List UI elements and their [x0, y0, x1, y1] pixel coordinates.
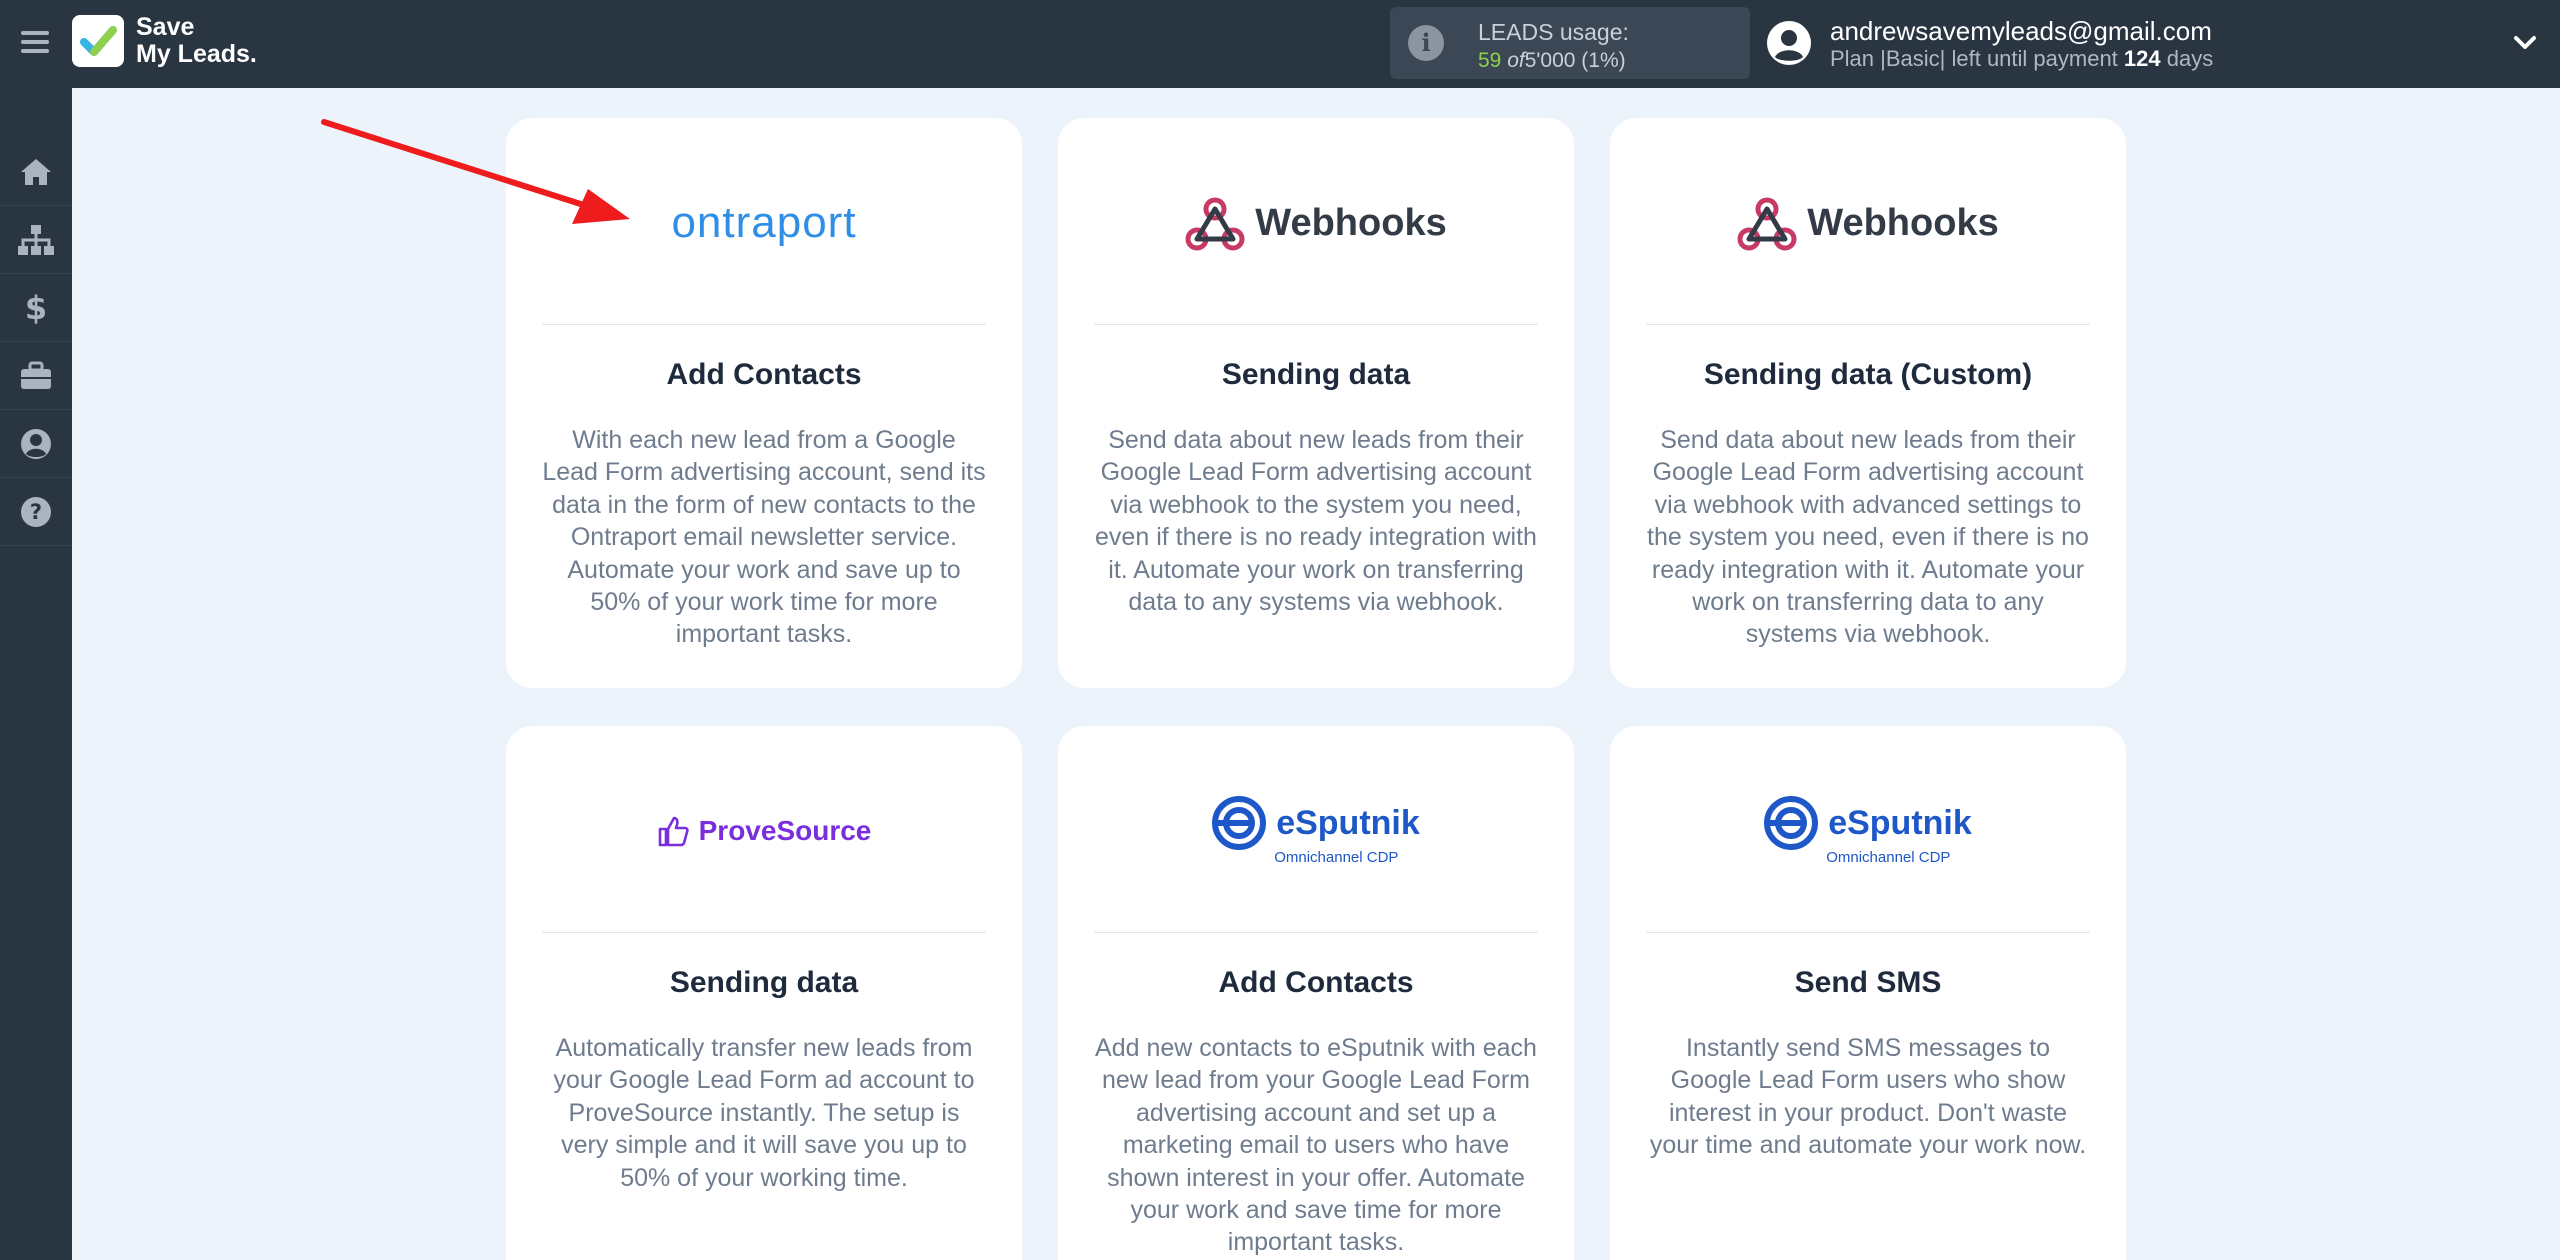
brand-esputnik: eSputnik [1828, 804, 1972, 842]
card-description: Automatically transfer new leads from yo… [553, 1034, 975, 1192]
svg-text:$: $ [25, 291, 47, 325]
brand-esputnik: eSputnik [1276, 804, 1420, 842]
esputnik-logo: eSputnik Omnichannel CDP [1610, 726, 2126, 936]
ontraport-logo: ontraport [506, 118, 1022, 328]
sidebar: $ ? [0, 88, 72, 1260]
card-description: Send data about new leads from their Goo… [1647, 426, 2089, 649]
plan-suffix: | left until payment [1939, 46, 2118, 71]
hamburger-menu-icon[interactable] [18, 26, 52, 60]
days-left: 124 [2123, 46, 2161, 71]
card-title: Add Contacts [666, 358, 862, 391]
briefcase-icon [21, 361, 51, 389]
logo-icon[interactable] [72, 15, 124, 67]
webhooks-logo: Webhooks [1058, 118, 1574, 328]
card-title: Send SMS [1794, 966, 1942, 999]
brand-name[interactable]: Save My Leads. [136, 14, 257, 68]
user-avatar-icon[interactable] [1766, 20, 1812, 66]
brand-ontraport: ontraport [671, 198, 857, 247]
sidebar-item-billing[interactable]: $ [0, 274, 72, 342]
integration-card-esputnik-send-sms[interactable]: eSputnik Omnichannel CDP Send SMS Instan… [1610, 726, 2126, 1260]
brand-line-2: My Leads. [136, 40, 257, 68]
leads-used: 59 [1478, 49, 1502, 72]
leads-total: 5'000 [1524, 49, 1576, 72]
leads-percent: (1%) [1581, 49, 1626, 72]
integration-card-webhooks-sending-data-custom[interactable]: Webhooks Sending data (Custom) Send data… [1610, 118, 2126, 688]
sidebar-item-home[interactable] [0, 138, 72, 206]
svg-text:?: ? [30, 500, 42, 524]
home-icon [21, 158, 51, 185]
sidebar-item-tools[interactable] [0, 342, 72, 410]
card-description: Add new contacts to eSputnik with each n… [1095, 1034, 1537, 1257]
brand-line-1: Save [136, 13, 195, 41]
divider [1094, 324, 1538, 325]
card-title: Sending data [1221, 358, 1411, 391]
top-bar: Save My Leads. i LEADS usage: 59 of5'000… [0, 0, 2560, 88]
leads-of: of [1507, 49, 1525, 72]
help-icon: ? [21, 496, 51, 527]
card-title: Sending data (Custom) [1703, 358, 2033, 391]
brand-provesource: ProveSource [698, 815, 872, 846]
plan-prefix: Plan | [1830, 46, 1886, 71]
webhooks-icon [1185, 197, 1245, 251]
sidebar-item-account[interactable] [0, 410, 72, 478]
webhooks-icon [1737, 197, 1797, 251]
days-unit: days [2166, 46, 2214, 71]
user-email[interactable]: andrewsavemyleads@gmail.com [1830, 16, 2212, 47]
thumbs-up-icon [658, 816, 689, 847]
divider [1646, 324, 2090, 325]
sidebar-item-help[interactable]: ? [0, 478, 72, 546]
card-description: Instantly send SMS messages to Google Le… [1649, 1034, 2087, 1160]
brand-webhooks: Webhooks [1807, 201, 1999, 244]
brand-esputnik-subtitle: Omnichannel CDP [1826, 849, 1951, 866]
integration-card-ontraport-add-contacts[interactable]: ontraport Add Contacts With each new lea… [506, 118, 1022, 688]
divider [542, 324, 986, 325]
card-title: Add Contacts [1218, 966, 1414, 999]
integration-card-webhooks-sending-data[interactable]: Webhooks Sending data Send data about ne… [1058, 118, 1574, 688]
provesource-logo: ProveSource [506, 726, 1022, 936]
webhooks-logo: Webhooks [1610, 118, 2126, 328]
user-circle-icon [21, 428, 51, 459]
card-title: Sending data [669, 966, 859, 999]
integration-card-provesource-sending-data[interactable]: ProveSource Sending data Automatically t… [506, 726, 1022, 1260]
brand-esputnik-subtitle: Omnichannel CDP [1274, 849, 1399, 866]
info-icon[interactable]: i [1408, 25, 1444, 61]
dollar-icon: $ [25, 291, 47, 325]
card-description: With each new lead from a Google Lead Fo… [542, 426, 986, 649]
esputnik-logo: eSputnik Omnichannel CDP [1058, 726, 1574, 936]
plan-name: Basic [1885, 46, 1940, 71]
integration-card-esputnik-add-contacts[interactable]: eSputnik Omnichannel CDP Add Contacts Ad… [1058, 726, 1574, 1260]
esputnik-icon [1212, 796, 1267, 850]
divider [542, 932, 986, 933]
sitemap-icon [18, 224, 54, 255]
chevron-down-icon[interactable] [2510, 30, 2540, 56]
leads-usage-label: LEADS usage: [1478, 19, 1629, 45]
brand-webhooks: Webhooks [1255, 201, 1447, 244]
user-plan: Plan |Basic| left until payment 124 days [1830, 46, 2213, 72]
divider [1094, 932, 1538, 933]
divider [1646, 932, 2090, 933]
card-description: Send data about new leads from their Goo… [1095, 426, 1537, 617]
esputnik-icon [1764, 796, 1819, 850]
leads-usage-panel: i LEADS usage: 59 of5'000 (1%) [1390, 7, 1750, 79]
sidebar-item-connections[interactable] [0, 206, 72, 274]
leads-usage-value: 59 of5'000 (1%) [1478, 49, 1626, 73]
